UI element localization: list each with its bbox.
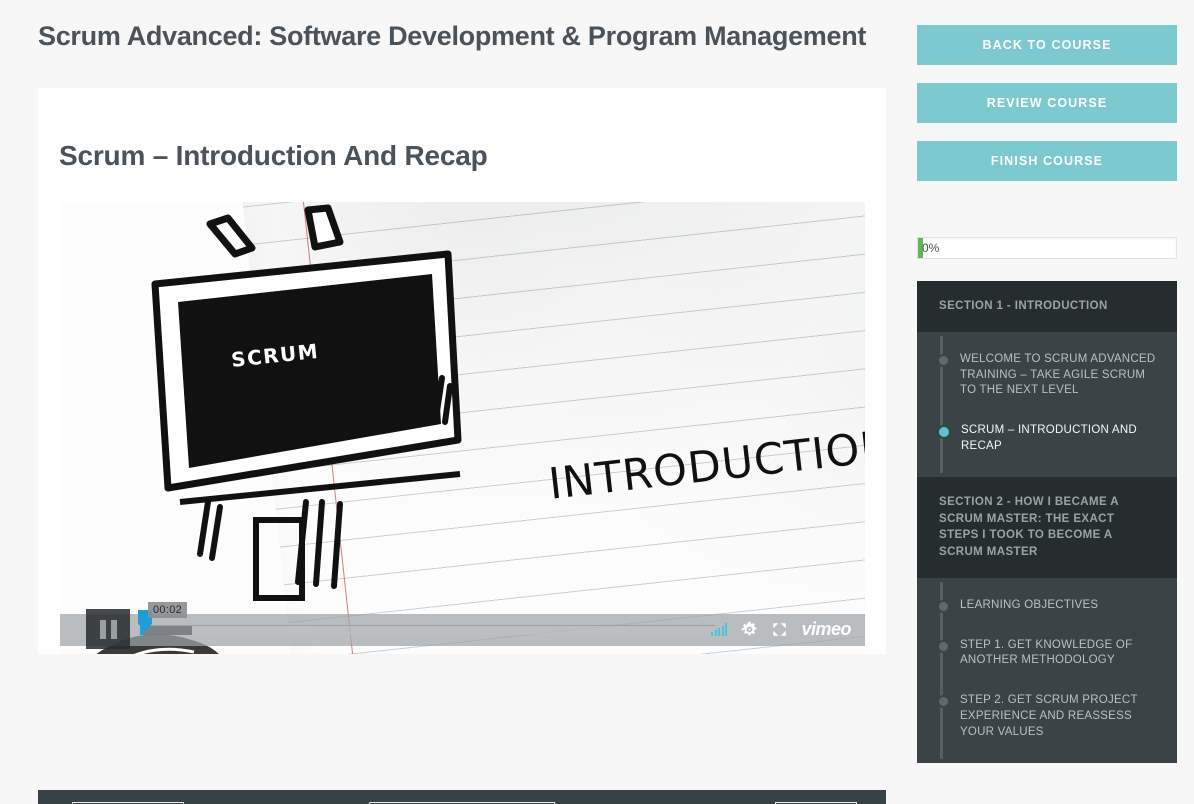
- section-unit-list: LEARNING OBJECTIVES STEP 1. GET KNOWLEDGE…: [917, 577, 1177, 763]
- unit-status-dot: [939, 697, 948, 707]
- progress-label: 0%: [922, 241, 940, 255]
- player-controls: 00:02 vimeo: [60, 602, 865, 654]
- unit-heading: Scrum – Introduction And Recap: [59, 140, 488, 171]
- course-sidebar: BACK TO COURSE REVIEW COURSE FINISH COUR…: [917, 0, 1177, 763]
- review-course-button[interactable]: REVIEW COURSE: [917, 83, 1177, 123]
- unit-status-dot: [939, 355, 948, 365]
- section-unit-list: WELCOME TO SCRUM ADVANCED TRAINING – TAK…: [917, 331, 1177, 477]
- unit-label: LEARNING OBJECTIVES: [960, 598, 1099, 611]
- page-title: Scrum Advanced: Software Development & P…: [38, 21, 867, 51]
- unit-status-dot-active: [939, 427, 949, 438]
- curriculum-sections: SECTION 1 - INTRODUCTION WELCOME TO SCRUM…: [917, 281, 1177, 763]
- course-progress-bar: 0%: [917, 237, 1177, 259]
- section-header[interactable]: SECTION 1 - INTRODUCTION: [917, 281, 1177, 332]
- sidebar-unit-item[interactable]: SCRUM – INTRODUCTION AND RECAP: [917, 423, 1177, 455]
- section-header[interactable]: SECTION 2 - HOW I BECAME A SCRUM MASTER:…: [917, 476, 1177, 578]
- fullscreen-icon[interactable]: [772, 622, 787, 637]
- player-right-controls: vimeo: [711, 619, 851, 640]
- video-player[interactable]: INTRODUCTION SCRUM 00:02 vimeo: [60, 202, 865, 654]
- sidebar-unit-item[interactable]: STEP 2. GET SCRUM PROJECT EXPERIENCE AND…: [917, 693, 1177, 741]
- current-time-tooltip: 00:02: [148, 602, 188, 618]
- main-column: Scrum Advanced: Software Development & P…: [38, 0, 888, 804]
- sidebar-unit-item[interactable]: LEARNING OBJECTIVES: [917, 598, 1177, 614]
- unit-label: WELCOME TO SCRUM ADVANCED TRAINING – TAK…: [960, 352, 1156, 397]
- unit-label: STEP 2. GET SCRUM PROJECT EXPERIENCE AND…: [960, 694, 1138, 738]
- pause-button[interactable]: [86, 609, 130, 649]
- gear-icon[interactable]: [741, 621, 758, 638]
- unit-navigation-bar: PREVIOUS UNIT MARK THIS UNIT COMPLETE NE…: [38, 790, 886, 804]
- unit-label: STEP 1. GET KNOWLEDGE OF ANOTHER METHODO…: [960, 638, 1133, 667]
- finish-course-button[interactable]: FINISH COURSE: [917, 141, 1177, 181]
- unit-status-dot: [939, 601, 948, 611]
- back-to-course-button[interactable]: BACK TO COURSE: [917, 25, 1177, 65]
- unit-label: SCRUM – INTRODUCTION AND RECAP: [961, 424, 1137, 453]
- sidebar-unit-item[interactable]: STEP 1. GET KNOWLEDGE OF ANOTHER METHODO…: [917, 638, 1177, 670]
- unit-status-dot: [939, 641, 948, 651]
- vimeo-logo[interactable]: vimeo: [801, 619, 851, 640]
- sidebar-unit-item[interactable]: WELCOME TO SCRUM ADVANCED TRAINING – TAK…: [917, 352, 1177, 400]
- progress-scrubber[interactable]: [140, 625, 715, 635]
- volume-icon[interactable]: [711, 623, 728, 636]
- course-unit-page: Scrum Advanced: Software Development & P…: [0, 0, 1194, 804]
- unit-content-card: Scrum – Introduction And Recap INTRODUCT…: [38, 88, 886, 804]
